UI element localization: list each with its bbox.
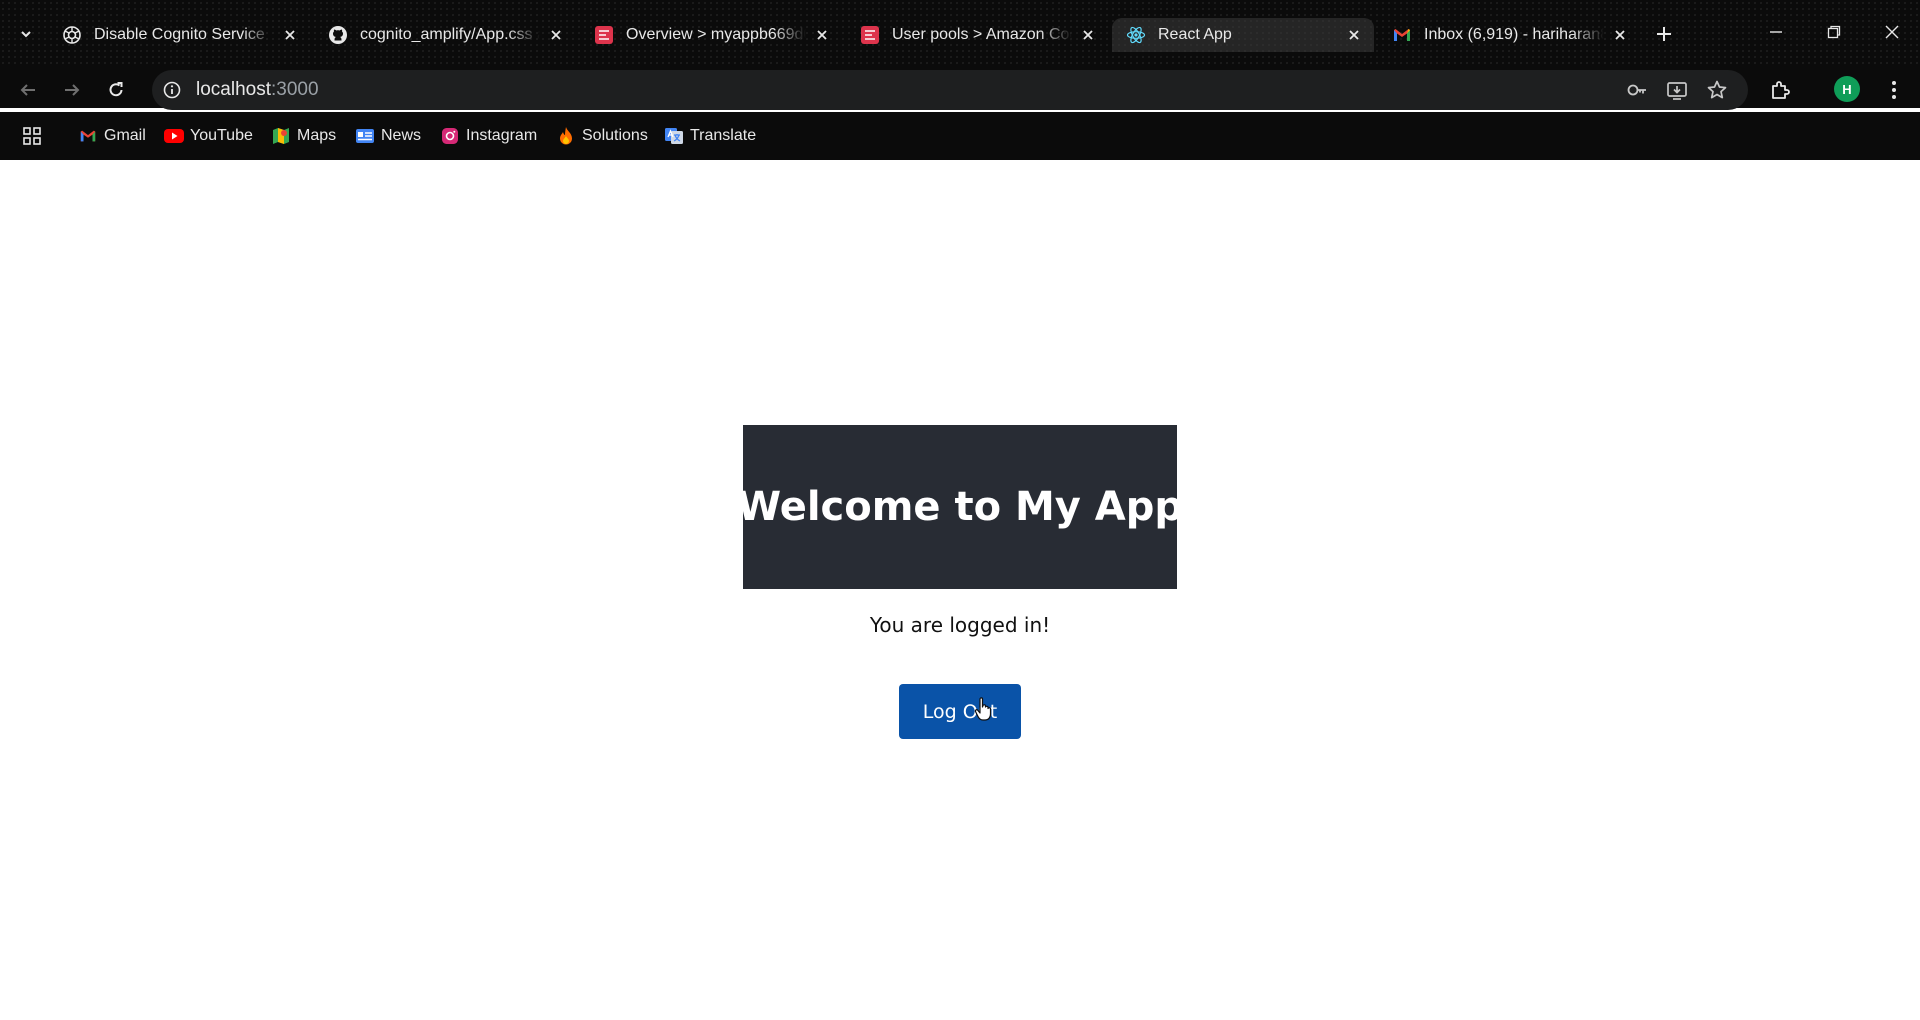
close-tab-icon[interactable] (1078, 25, 1098, 45)
close-tab-icon[interactable] (1610, 25, 1630, 45)
minimize-window-icon[interactable] (1762, 18, 1790, 46)
close-tab-icon[interactable] (812, 25, 832, 45)
translate-icon (664, 126, 684, 146)
bookmark-label: YouTube (190, 127, 253, 144)
tab-disable-cognito[interactable]: Disable Cognito Service (48, 18, 310, 52)
bookmark-label: Translate (690, 127, 757, 144)
new-tab-plus-icon[interactable] (1652, 22, 1676, 46)
apps-grid-icon[interactable] (20, 124, 44, 148)
bookmark-label: Gmail (104, 127, 146, 144)
github-icon (328, 25, 348, 45)
bookmark-youtube[interactable]: YouTube (164, 124, 253, 148)
close-tab-icon[interactable] (546, 25, 566, 45)
bookmark-maps[interactable]: Maps (271, 124, 336, 148)
url-text[interactable]: localhost:3000 (196, 78, 319, 102)
tab-strip: Disable Cognito Service cognito_amplify/… (0, 0, 1920, 68)
install-app-icon[interactable] (1663, 76, 1691, 104)
tab-react-app[interactable]: React App (1112, 18, 1374, 52)
bookmark-star-icon[interactable] (1703, 76, 1731, 104)
forward-arrow-icon[interactable] (58, 76, 86, 104)
extensions-puzzle-icon[interactable] (1767, 76, 1795, 104)
bookmark-translate[interactable]: Translate (664, 124, 756, 148)
tab-title: React App (1158, 26, 1232, 43)
bookmark-instagram[interactable]: Instagram (440, 124, 537, 148)
gmail-icon (78, 126, 98, 146)
bookmark-label: Solutions (582, 127, 648, 144)
tab-github-app-css[interactable]: cognito_amplify/App.css at (314, 18, 576, 52)
instagram-icon (440, 126, 460, 146)
url-host: localhost (196, 79, 271, 100)
page-viewport: Welcome to My App You are logged in! Log… (0, 160, 1920, 1020)
bookmark-label: Maps (297, 127, 337, 144)
address-bar[interactable] (152, 70, 1748, 110)
reload-icon[interactable] (102, 76, 130, 104)
tab-title: Inbox (6,919) - hariharan8 (1424, 26, 1604, 43)
aws-icon (860, 25, 880, 45)
site-info-icon[interactable] (160, 78, 184, 102)
restore-window-icon[interactable] (1820, 18, 1848, 46)
maps-icon (271, 126, 291, 146)
logout-button[interactable]: Log Out (899, 684, 1021, 739)
close-tab-icon[interactable] (1344, 25, 1364, 45)
bookmark-label: Instagram (466, 127, 538, 144)
gmail-icon (1392, 25, 1412, 45)
tab-title: Overview > myappb669d0 (626, 26, 806, 43)
bookmark-solutions[interactable]: Solutions (556, 124, 648, 148)
hand-cursor-icon (974, 697, 992, 721)
browser-menu-kebab-icon[interactable] (1880, 76, 1908, 104)
app-title: Welcome to My App (737, 484, 1184, 530)
url-port: :3000 (271, 79, 319, 100)
back-arrow-icon[interactable] (14, 76, 42, 104)
news-icon (355, 126, 375, 146)
tab-search-chevron-icon[interactable] (12, 22, 40, 46)
tab-title: User pools > Amazon Cog (892, 26, 1072, 43)
bookmark-news[interactable]: News (355, 124, 421, 148)
youtube-icon (164, 126, 184, 146)
login-status-text: You are logged in! (869, 613, 1051, 637)
tab-gmail-inbox[interactable]: Inbox (6,919) - hariharan8 (1378, 18, 1640, 52)
close-window-icon[interactable] (1878, 18, 1906, 46)
bookmark-gmail[interactable]: Gmail (78, 124, 146, 148)
react-icon (1126, 25, 1146, 45)
profile-avatar[interactable]: H (1834, 76, 1860, 102)
openai-icon (62, 25, 82, 45)
close-tab-icon[interactable] (280, 25, 300, 45)
tab-title: cognito_amplify/App.css at (360, 26, 540, 43)
bookmark-label: News (381, 127, 422, 144)
password-key-icon[interactable] (1623, 76, 1651, 104)
tab-cognito-user-pools[interactable]: User pools > Amazon Cog (846, 18, 1108, 52)
app-header: Welcome to My App (737, 425, 1183, 589)
aws-icon (594, 25, 614, 45)
bookmarks-bar: Gmail YouTube Maps News Instagram Soluti… (0, 112, 1920, 160)
tab-amplify-overview[interactable]: Overview > myappb669d0 (580, 18, 842, 52)
tab-title: Disable Cognito Service (94, 26, 265, 43)
flame-icon (556, 126, 576, 146)
